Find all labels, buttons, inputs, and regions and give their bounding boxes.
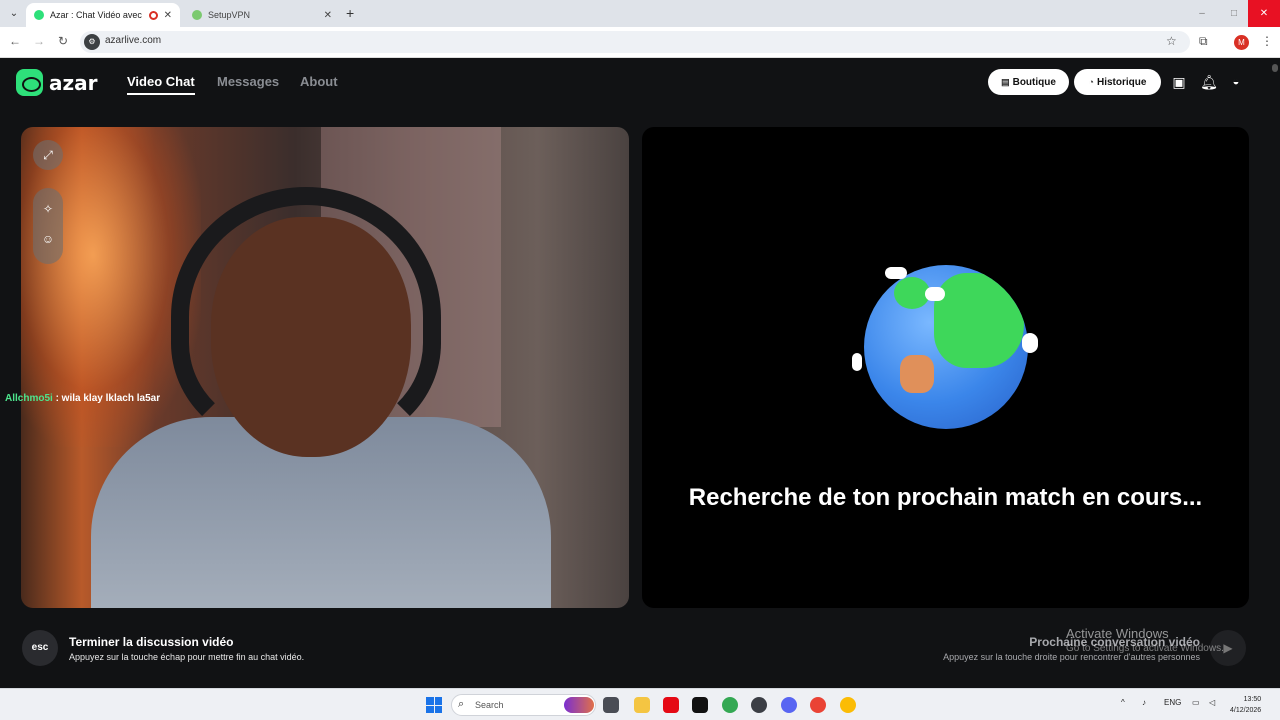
chat-text: : wila klay lklach la5ar <box>52 393 161 404</box>
chat-message: Allchmo5i : wila klay lklach la5ar <box>5 393 160 404</box>
discord-icon[interactable] <box>781 697 797 713</box>
recording-icon <box>148 10 158 20</box>
azar-logo-icon <box>16 69 43 96</box>
close-tab-icon[interactable]: ✕ <box>324 10 332 21</box>
extensions-icon[interactable]: ⧉ <box>1199 34 1208 49</box>
windows-taskbar: ⌕ Search ^ ♪ ENG ▭ ◁ 13:50 4/12/2026 <box>0 688 1280 720</box>
cloud-shape <box>1022 333 1038 353</box>
store-icon[interactable]: ▣ <box>1169 72 1189 92</box>
chrome-icon[interactable] <box>722 697 738 713</box>
windows-start-icon[interactable] <box>426 697 442 713</box>
search-highlight-image <box>564 697 594 713</box>
file-explorer-icon[interactable] <box>634 697 650 713</box>
chrome-profile-icon[interactable] <box>810 697 826 713</box>
chrome-active-icon[interactable] <box>840 697 856 713</box>
profile-avatar[interactable]: M <box>1234 35 1249 50</box>
tiktok-icon[interactable] <box>692 697 708 713</box>
browser-tab-bar: ⌄ Azar : Chat Vidéo avec de n ✕ SetupVPN… <box>0 0 1280 27</box>
bookmark-star-icon[interactable]: ☆ <box>1166 34 1177 48</box>
site-info-icon[interactable]: ⚙ <box>84 34 100 50</box>
language-indicator[interactable]: ENG <box>1164 698 1181 707</box>
azar-logo[interactable]: azar <box>16 69 98 96</box>
tab-title: SetupVPN <box>208 10 251 20</box>
chat-username: Allchmo5i <box>5 393 53 404</box>
searching-text: Recherche de ton prochain match en cours… <box>688 484 1203 511</box>
tab-title: Azar : Chat Vidéo avec de n <box>50 10 143 20</box>
boutique-button[interactable]: ▤ Boutique <box>988 69 1069 95</box>
reload-icon[interactable]: ↻ <box>55 34 71 48</box>
azar-favicon-icon <box>34 10 44 20</box>
monitor-icon[interactable]: ▭ <box>1192 698 1200 707</box>
address-bar-row: ← → ↻ ⚙ azarlive.com ☆ ⧉ ⋮ <box>0 27 1280 58</box>
clock-time: 13:50 <box>1243 696 1262 703</box>
clock[interactable]: 13:50 4/12/2026 <box>1230 694 1261 716</box>
netflix-icon[interactable] <box>663 697 679 713</box>
globe-land <box>934 273 1024 368</box>
magic-wand-icon[interactable]: ✧ <box>33 194 63 224</box>
nav-video-chat[interactable]: Video Chat <box>127 74 195 95</box>
person-headphones <box>171 187 441 447</box>
window-close-icon[interactable]: ✕ <box>1248 0 1280 27</box>
historique-label: Historique <box>1096 76 1147 88</box>
maximize-icon[interactable]: □ <box>1218 0 1250 27</box>
tab-search-icon[interactable]: ⌄ <box>6 6 22 22</box>
azar-app: azar Video Chat Messages About ▤ Boutiqu… <box>0 58 1280 688</box>
clock-icon: ◔ <box>1088 77 1094 87</box>
end-chat-hint: Appuyez sur la touche échap pour mettre … <box>69 652 305 662</box>
cloud-shape <box>885 267 907 279</box>
omnibox[interactable]: ⚙ azarlive.com <box>80 31 1190 53</box>
shop-icon: ▤ <box>1001 76 1010 87</box>
esc-key-badge[interactable]: esc <box>22 630 58 666</box>
emoji-icon[interactable]: ☺ <box>33 224 63 254</box>
tab-setupvpn[interactable]: SetupVPN ✕ <box>184 3 340 27</box>
tab-azar[interactable]: Azar : Chat Vidéo avec de n ✕ <box>26 3 180 27</box>
steam-icon[interactable] <box>751 697 767 713</box>
url-text[interactable]: azarlive.com <box>105 35 161 46</box>
vpn-favicon-icon <box>192 10 202 20</box>
scrollbar[interactable] <box>1270 58 1280 688</box>
end-chat-title[interactable]: Terminer la discussion vidéo <box>69 635 234 649</box>
globe-land <box>900 355 934 393</box>
globe-icon <box>864 265 1028 429</box>
menu-kebab-icon[interactable]: ⋮ <box>1261 34 1273 48</box>
task-view-icon[interactable] <box>603 697 619 713</box>
effects-toolbar: ✧ ☺ <box>33 188 63 264</box>
activate-windows-sub: Go to Settings to activate Windows. <box>1066 643 1224 654</box>
activate-windows-title: Activate Windows <box>1066 626 1169 641</box>
boutique-label: Boutique <box>1012 76 1056 88</box>
taskbar-search[interactable]: ⌕ Search <box>451 694 596 716</box>
match-panel: Recherche de ton prochain match en cours… <box>642 127 1249 608</box>
historique-button[interactable]: ◔ Historique <box>1074 69 1161 95</box>
nav-about[interactable]: About <box>300 74 338 89</box>
microphone-icon[interactable]: ♪ <box>1142 698 1146 707</box>
volume-icon[interactable]: ◁ <box>1209 698 1215 707</box>
fullscreen-tool: ⤢ <box>33 140 63 170</box>
scrollbar-thumb[interactable] <box>1272 64 1278 72</box>
avatar-icon[interactable]: ◒ <box>1226 72 1246 92</box>
bell-icon[interactable]: 🔔︎ <box>1199 72 1219 92</box>
minimize-icon[interactable]: – <box>1186 0 1218 27</box>
logo-text: azar <box>49 70 98 95</box>
search-icon: ⌕ <box>458 698 465 710</box>
tray-chevron-icon[interactable]: ^ <box>1121 698 1125 707</box>
back-icon[interactable]: ← <box>7 34 23 48</box>
fullscreen-icon[interactable]: ⤢ <box>33 140 63 170</box>
new-tab-icon[interactable]: + <box>346 5 354 21</box>
close-tab-icon[interactable]: ✕ <box>164 10 172 21</box>
search-placeholder: Search <box>475 700 504 710</box>
forward-icon[interactable]: → <box>31 34 47 48</box>
cloud-shape <box>852 353 862 371</box>
clock-date: 4/12/2026 <box>1230 707 1262 714</box>
local-video: ⤢ ✧ ☺ <box>21 127 629 608</box>
nav-messages[interactable]: Messages <box>217 74 279 89</box>
cloud-shape <box>925 287 945 301</box>
